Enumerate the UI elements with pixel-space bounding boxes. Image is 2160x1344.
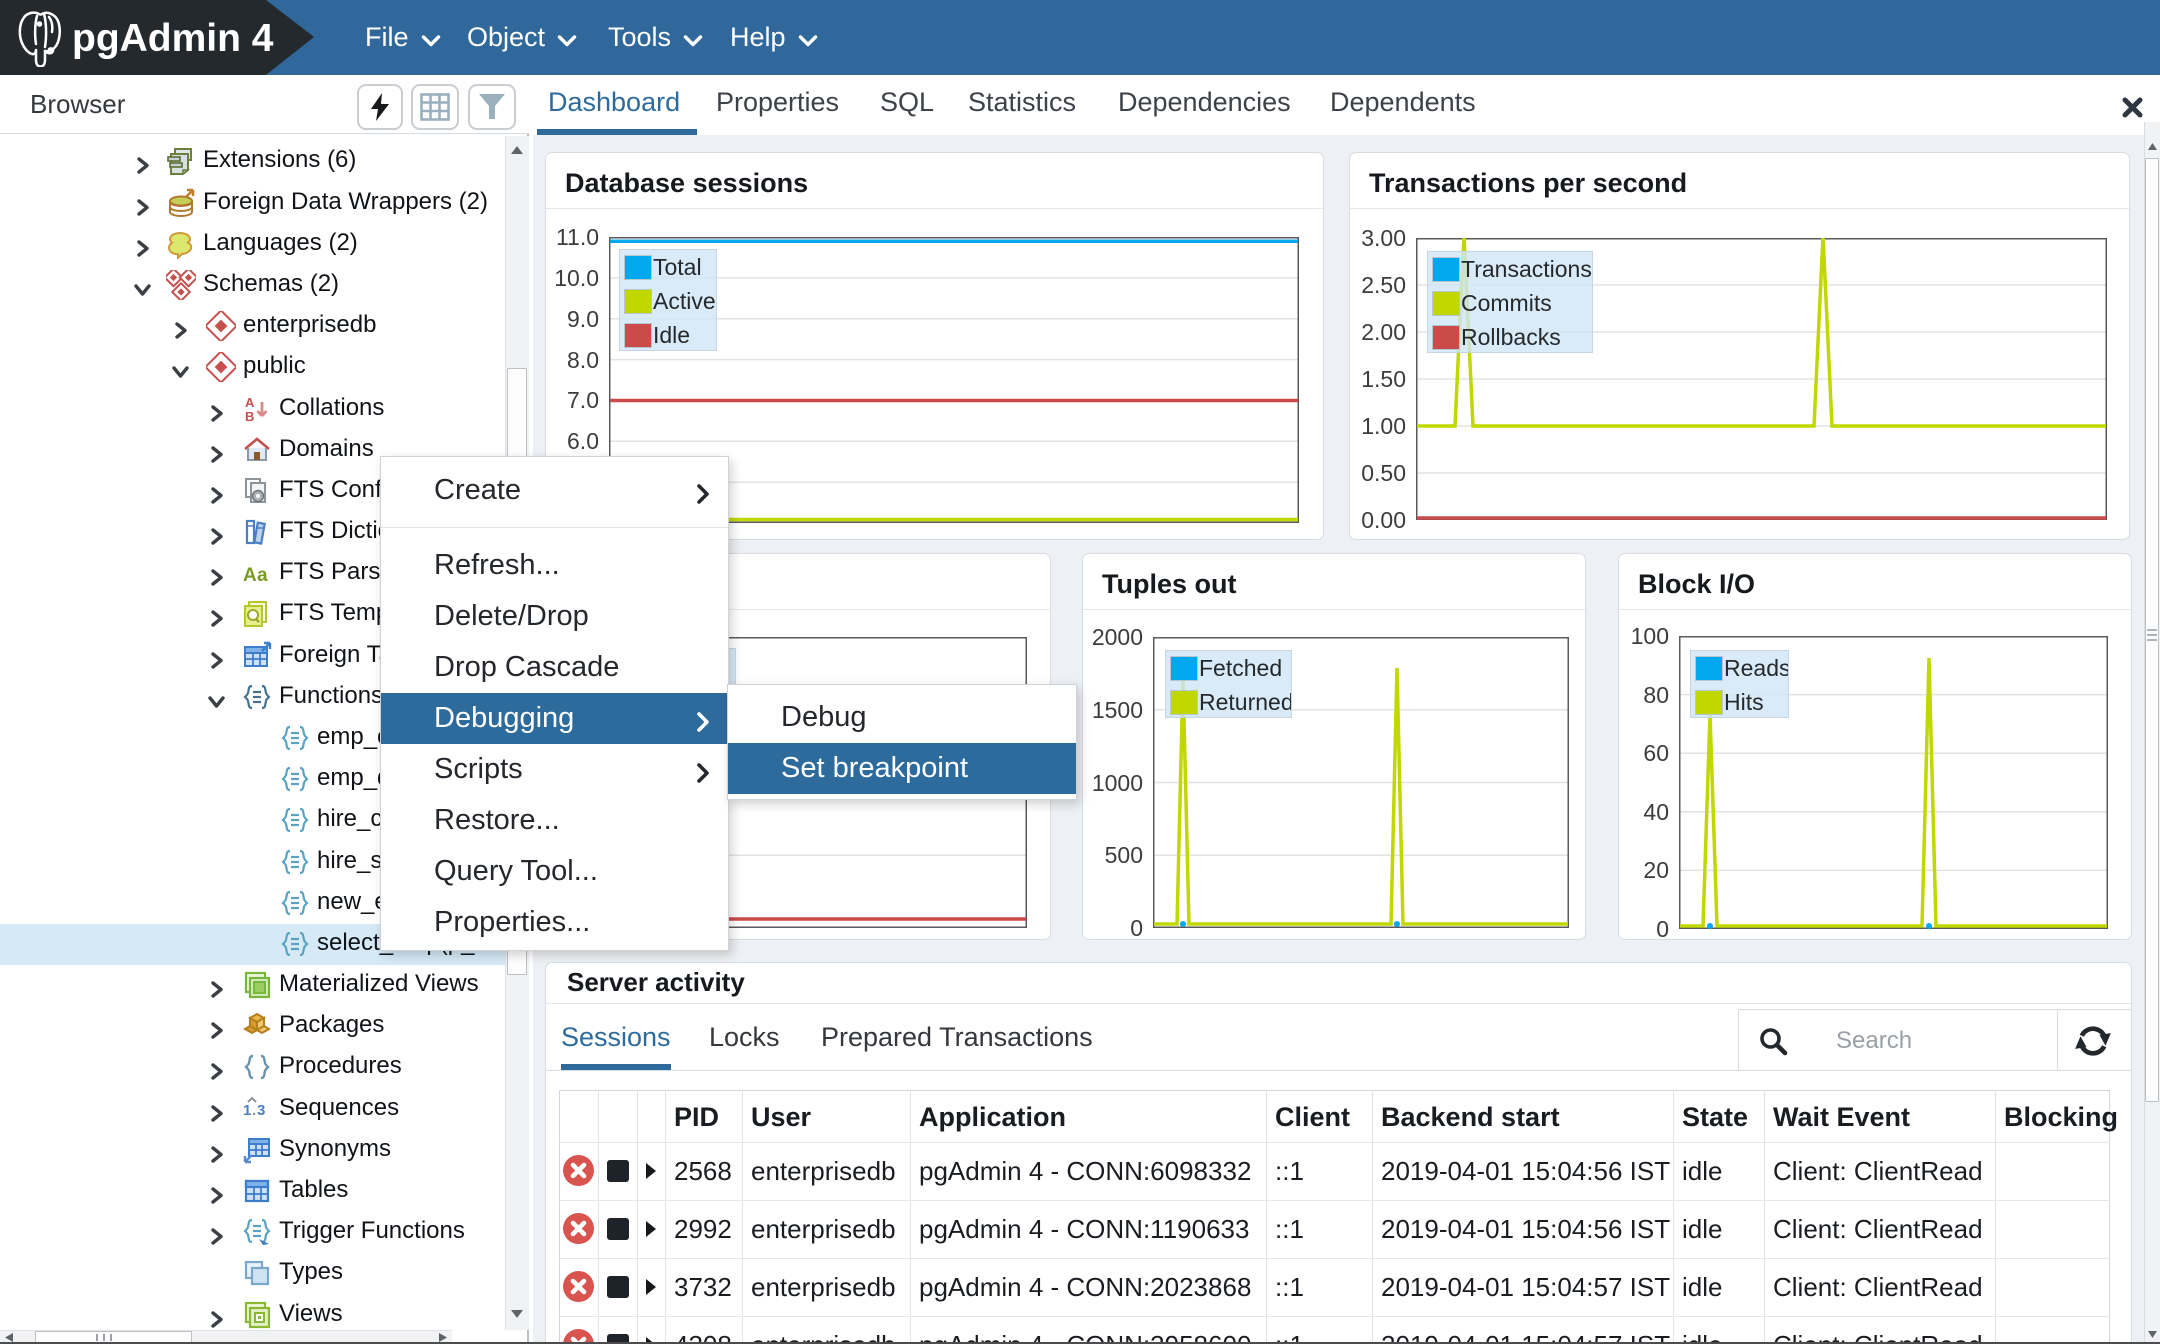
svg-text:A: A xyxy=(243,565,257,586)
svg-text:B: B xyxy=(245,409,254,424)
svg-text:a: a xyxy=(257,565,268,586)
svg-text:1: 1 xyxy=(243,1102,251,1119)
svg-text:3: 3 xyxy=(257,1102,265,1119)
svg-text:A: A xyxy=(245,395,255,410)
svg-text:.: . xyxy=(252,1102,256,1119)
